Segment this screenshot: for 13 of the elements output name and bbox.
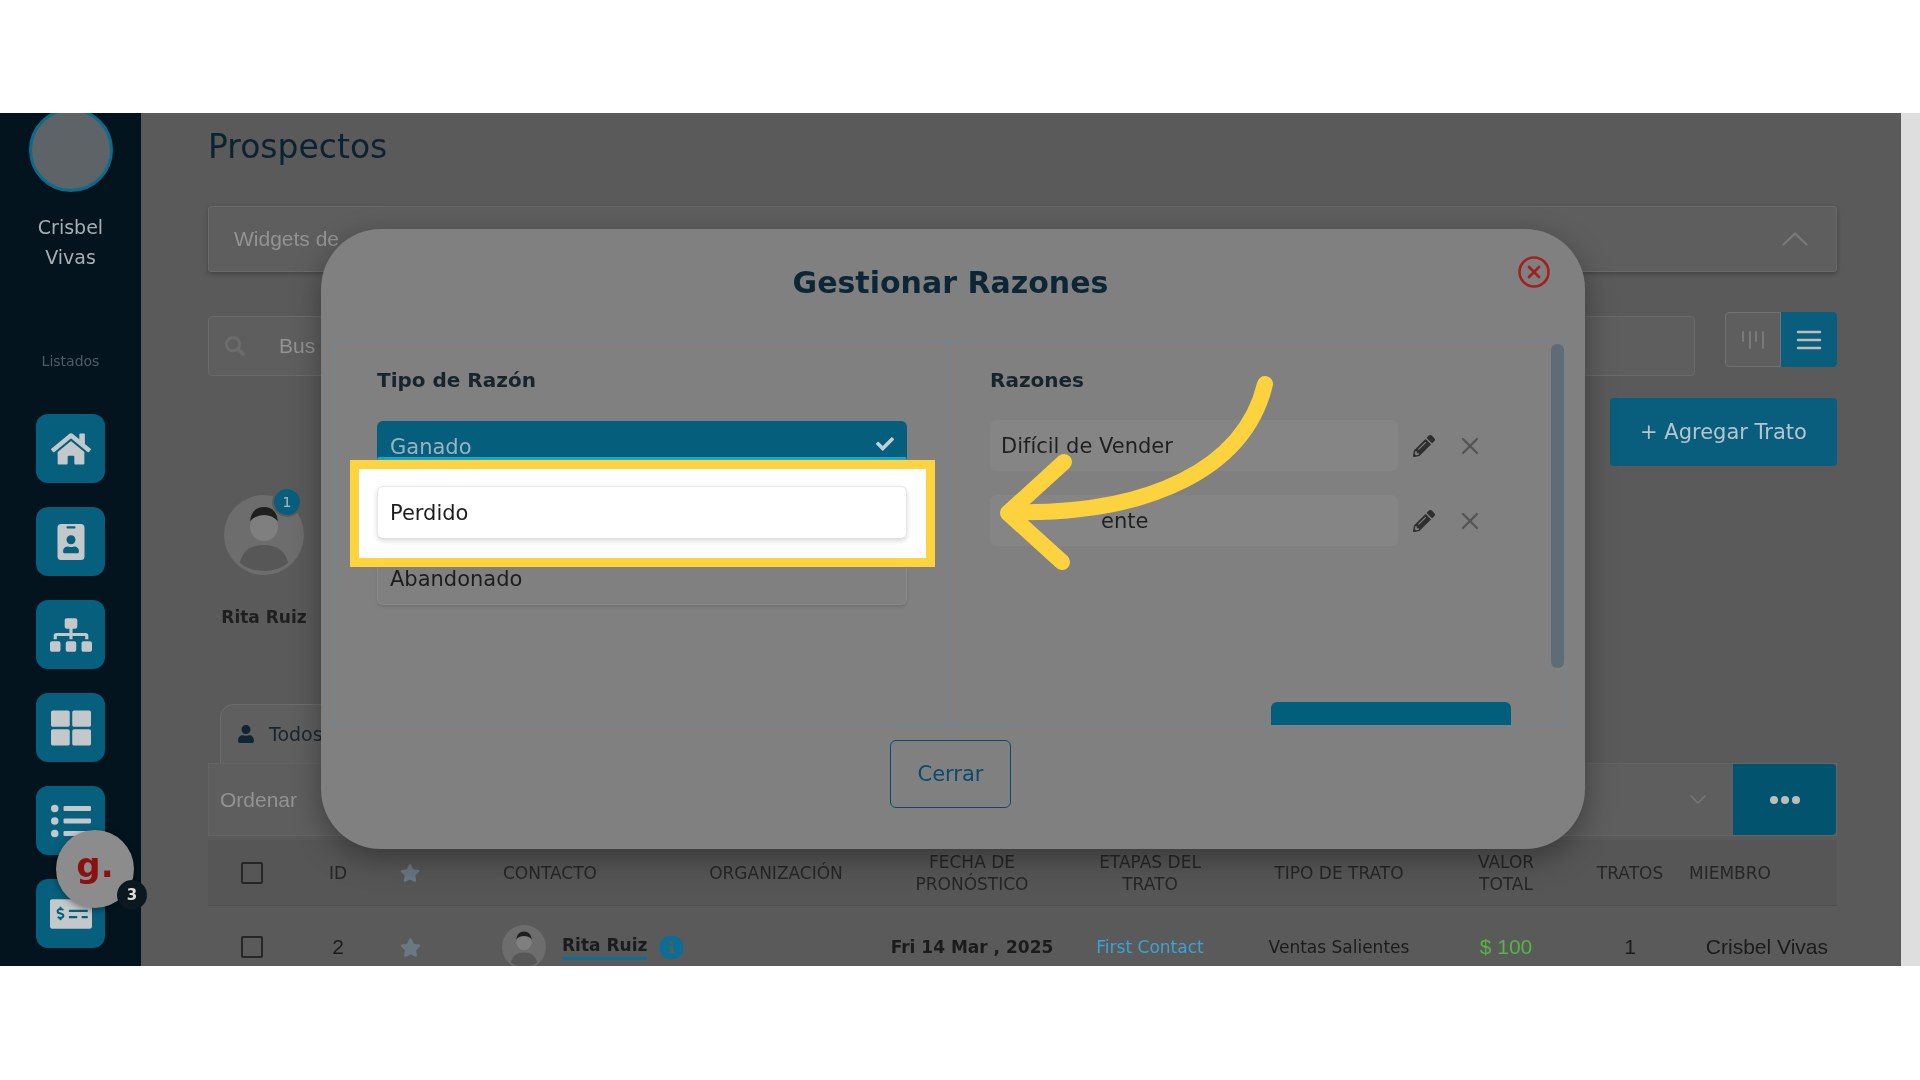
count-badge: 1 (272, 487, 302, 517)
column-heading: Tipo de Razón (377, 367, 537, 394)
modal-title: Gestionar Razones (792, 264, 1109, 302)
section-label: Listados (41, 352, 100, 371)
table-cell: 2 (332, 935, 344, 959)
table-cell: Ventas Salientes (1268, 937, 1410, 957)
table-cell-text: Crisbel Vivas (1705, 935, 1829, 959)
column-heading: Razones (990, 367, 1085, 394)
table-cell: $ 100 (1479, 935, 1533, 959)
table-cell: 1 (1624, 935, 1636, 959)
user-name: Crisbel Vivas (36, 215, 105, 270)
page-title: Prospectos (208, 126, 389, 168)
table-cell: Fri 14 Mar , 2025 (890, 937, 1054, 957)
